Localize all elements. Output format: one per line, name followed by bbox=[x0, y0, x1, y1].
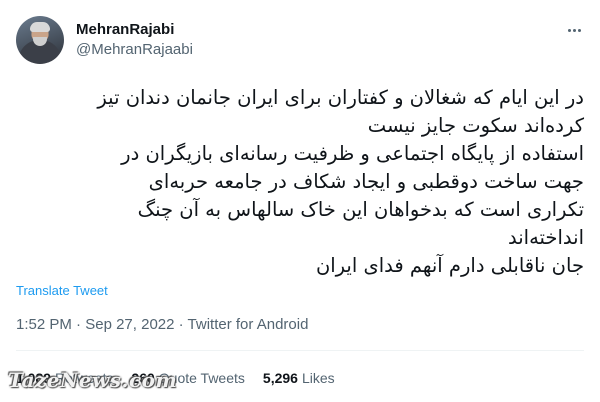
more-horizontal-icon bbox=[567, 28, 571, 32]
tweet-line: جان ناقابلی دارم آنهم فدای ایران bbox=[315, 254, 584, 277]
avatar-hair bbox=[30, 22, 50, 32]
tweet-line: جهت ساخت دوقطبی و ایجاد شکاف در جامعه حر… bbox=[148, 170, 584, 193]
tweet-card: MehranRajabi @MehranRajaabi در این ایام … bbox=[0, 0, 600, 402]
likes-count: 5,296 bbox=[262, 370, 298, 386]
tweet-line: تکراری است که بدخواهان این خاک سالهاس به… bbox=[137, 198, 584, 221]
tweet-date[interactable]: Sep 27, 2022 bbox=[85, 316, 174, 333]
tweet-line: استفاده از پایگاه اجتماعی و ظرفیت رسانه‌… bbox=[121, 142, 584, 165]
user-handle[interactable]: @MehranRajaabi bbox=[76, 40, 193, 60]
tweet-line: کرده‌اند سکوت جایز نیست bbox=[367, 114, 584, 137]
avatar[interactable] bbox=[16, 16, 64, 64]
likes-stat[interactable]: 5,296 Likes bbox=[263, 370, 335, 386]
likes-label: Likes bbox=[301, 370, 335, 386]
watermark: TazeNews.com bbox=[8, 368, 178, 392]
tweet-time[interactable]: 1:52 PM bbox=[16, 316, 72, 333]
tweet-text: در این ایام که شغالان و کفتاران برای ایر… bbox=[16, 84, 584, 280]
tweet-line: در این ایام که شغالان و کفتاران برای ایر… bbox=[97, 86, 584, 109]
display-name[interactable]: MehranRajabi bbox=[76, 20, 193, 40]
more-horizontal-icon-dot bbox=[572, 28, 576, 32]
user-info: MehranRajabi @MehranRajaabi bbox=[76, 20, 193, 60]
meta-separator: · bbox=[71, 316, 86, 333]
tweet-line: انداخته‌اند bbox=[508, 226, 584, 249]
meta-separator: · bbox=[174, 316, 188, 333]
translate-tweet-link[interactable]: Translate Tweet bbox=[16, 283, 108, 298]
tweet-source[interactable]: Twitter for Android bbox=[188, 316, 309, 333]
more-horizontal-icon-dot bbox=[577, 28, 581, 32]
avatar-beard bbox=[33, 37, 47, 46]
tweet-meta: 1:52 PM · Sep 27, 2022 · Twitter for And… bbox=[16, 316, 308, 333]
divider bbox=[16, 350, 584, 351]
more-options-button[interactable] bbox=[562, 20, 586, 40]
